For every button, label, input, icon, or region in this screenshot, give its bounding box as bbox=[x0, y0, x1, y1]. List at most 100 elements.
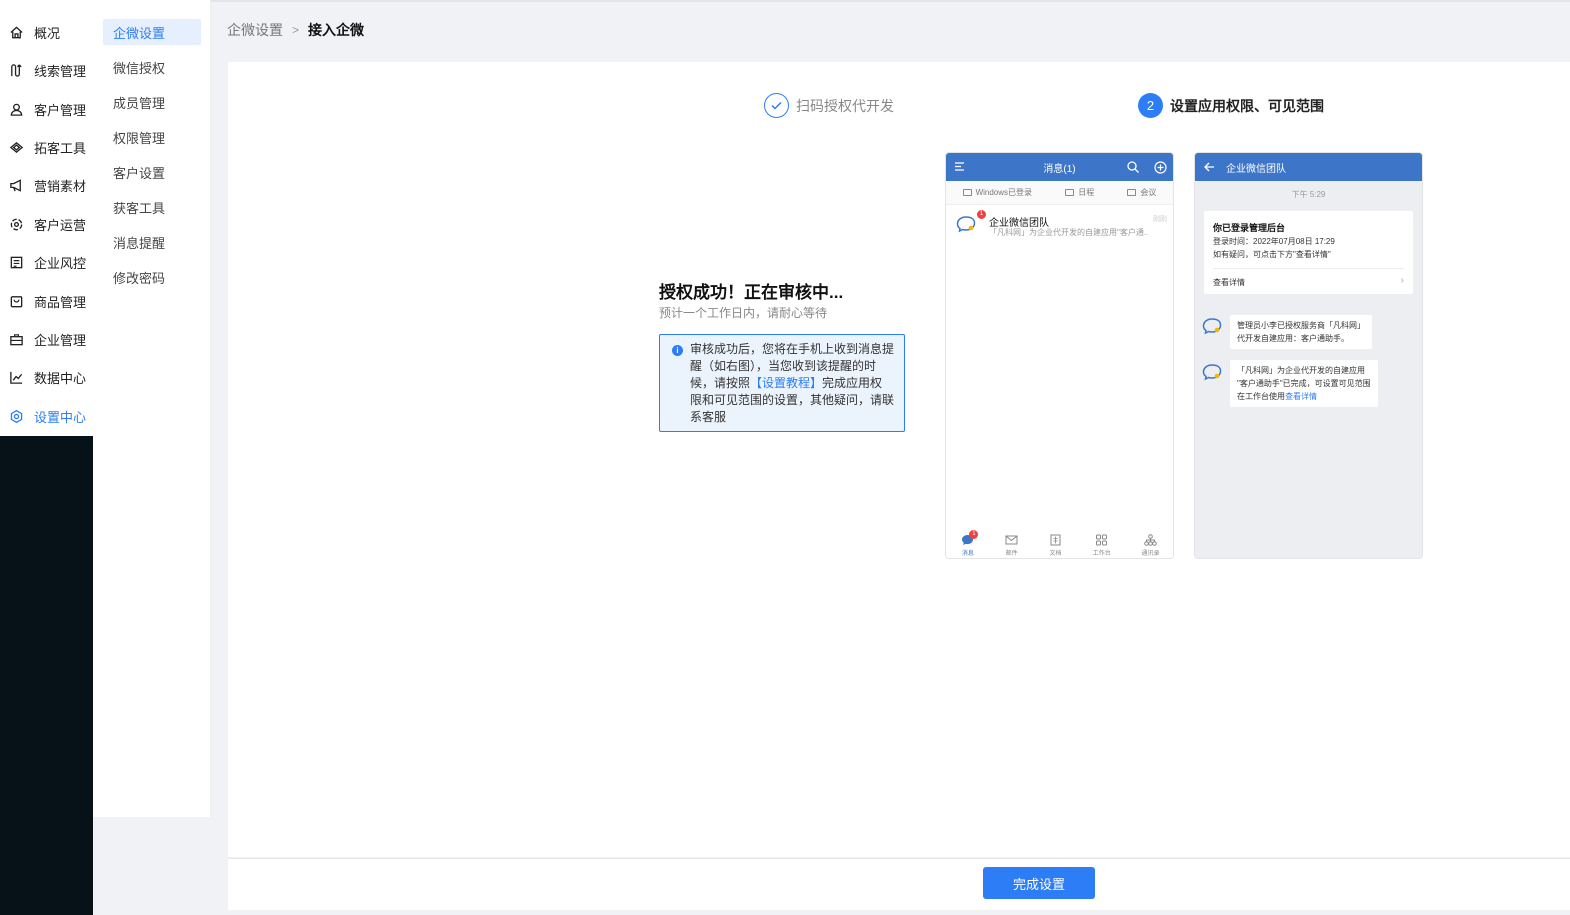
search-icon bbox=[1127, 161, 1139, 173]
step-label: 扫码授权代开发 bbox=[796, 97, 894, 114]
subnav-item-members[interactable]: 成员管理 bbox=[103, 89, 201, 115]
breadcrumb-current: 接入企微 bbox=[308, 22, 365, 38]
nav-item-customers[interactable]: 客户管理 bbox=[0, 91, 93, 127]
chevron-right-icon: › bbox=[1400, 275, 1404, 286]
nav-item-leads[interactable]: 线索管理 bbox=[0, 52, 93, 88]
meeting-icon bbox=[1127, 189, 1137, 196]
calendar-icon bbox=[1065, 189, 1075, 196]
primary-nav-panel: 概况 线索管理 客户管理 拓客工具 营销素材 客户运营 企业风控 商品管理 企业… bbox=[0, 0, 93, 436]
complete-setup-button[interactable]: 完成设置 bbox=[983, 867, 1095, 899]
briefcase-icon bbox=[10, 333, 23, 345]
divider bbox=[1213, 268, 1404, 269]
phone-tabs: Windows已登录 日程 会议 bbox=[946, 181, 1173, 205]
nav-item-label: 商品管理 bbox=[34, 294, 87, 310]
phone-preview-messages: 消息(1) Windows已登录 日程 会议 1 企业微信团队 「凡科网」为企业… bbox=[945, 152, 1174, 559]
breadcrumb: 企微设置 > 接入企微 bbox=[227, 20, 364, 40]
phone-header-title: 企业微信团队 bbox=[1226, 163, 1286, 175]
status-subtitle: 预计一个工作日内，请耐心等待 bbox=[659, 306, 828, 320]
nav-item-label: 企业风控 bbox=[34, 255, 87, 271]
nav-item-data-center[interactable]: 数据中心 bbox=[0, 359, 93, 395]
subnav-item-wecom-settings[interactable]: 企微设置 bbox=[103, 19, 201, 45]
card-hint: 如有疑问，可点击下方"查看详情" bbox=[1213, 250, 1331, 259]
route-icon bbox=[11, 63, 22, 77]
nav-item-operations[interactable]: 客户运营 bbox=[0, 206, 93, 242]
subnav-item-acquisition-tools[interactable]: 获客工具 bbox=[103, 194, 201, 220]
bag-icon bbox=[10, 295, 23, 307]
chart-icon bbox=[10, 371, 23, 384]
status-title: 授权成功！正在审核中... bbox=[659, 283, 844, 302]
monitor-icon bbox=[962, 189, 972, 196]
tool-icon bbox=[9, 141, 24, 153]
breadcrumb-separator: > bbox=[292, 23, 300, 37]
chat-bubble-icon bbox=[956, 216, 976, 233]
footer-bar bbox=[228, 858, 1570, 910]
nav-item-marketing[interactable]: 营销素材 bbox=[0, 167, 93, 203]
nav-item-label: 线索管理 bbox=[34, 63, 87, 79]
subnav-item-customer-settings[interactable]: 客户设置 bbox=[103, 159, 201, 185]
subnav-item-permissions[interactable]: 权限管理 bbox=[103, 124, 201, 150]
document-icon bbox=[1050, 534, 1061, 545]
gear-person-icon bbox=[10, 218, 23, 230]
nav-item-overview[interactable]: 概况 bbox=[0, 14, 93, 50]
card-login-time: 登录时间：2022年07月08日 17:29 bbox=[1213, 237, 1335, 246]
grid-icon bbox=[1096, 534, 1108, 545]
primary-nav: 概况 线索管理 客户管理 拓客工具 营销素材 客户运营 企业风控 商品管理 企业… bbox=[0, 0, 93, 915]
phone-preview-chat: 企业微信团队 下午 5:29 你已登录管理后台 登录时间：2022年07月08日… bbox=[1194, 152, 1423, 559]
phone-header-title: 消息(1) bbox=[1043, 163, 1076, 175]
phone-tab: 会议 bbox=[1127, 187, 1156, 198]
bottom-tab-contacts: 通讯录 bbox=[1142, 533, 1160, 557]
mail-icon bbox=[1005, 535, 1018, 544]
phone-tab: Windows已登录 bbox=[962, 187, 1032, 198]
card-detail-link: 查看详情 bbox=[1213, 278, 1245, 287]
chat-timestamp: 下午 5:29 bbox=[1291, 190, 1326, 199]
nav-item-label: 拓客工具 bbox=[34, 140, 87, 156]
subnav-item-notifications[interactable]: 消息提醒 bbox=[103, 229, 201, 255]
step-set-permissions: 2 设置应用权限、可见范围 bbox=[1138, 93, 1324, 118]
subnav-item-change-password[interactable]: 修改密码 bbox=[103, 264, 201, 290]
plus-circle-icon bbox=[1154, 161, 1167, 174]
bottom-tab-docs: 文档 bbox=[1049, 534, 1062, 557]
nav-item-label: 营销素材 bbox=[34, 178, 87, 194]
nav-item-products[interactable]: 商品管理 bbox=[0, 283, 93, 319]
nav-item-label: 数据中心 bbox=[34, 370, 87, 386]
message-preview: 「凡科网」为企业代开发的自建应用"客户通... bbox=[989, 228, 1149, 237]
settings-icon bbox=[10, 409, 23, 423]
phone-header: 消息(1) bbox=[946, 153, 1173, 181]
message-item: 1 企业微信团队 「凡科网」为企业代开发的自建应用"客户通... 刚刚 bbox=[946, 205, 1173, 239]
home-icon bbox=[10, 25, 23, 38]
back-arrow-icon bbox=[1204, 162, 1214, 172]
nav-item-label: 设置中心 bbox=[34, 409, 87, 425]
step-number: 2 bbox=[1138, 93, 1163, 118]
menu-icon bbox=[955, 162, 964, 171]
org-chart-icon bbox=[1144, 533, 1157, 546]
phone-header: 企业微信团队 bbox=[1195, 153, 1422, 181]
secondary-nav: 企微设置 微信授权 成员管理 权限管理 客户设置 获客工具 消息提醒 修改密码 bbox=[93, 0, 211, 817]
unread-badge: 1 bbox=[969, 529, 979, 539]
nav-item-risk-control[interactable]: 企业风控 bbox=[0, 244, 93, 280]
nav-item-settings[interactable]: 设置中心 bbox=[0, 398, 93, 434]
info-notice: i 审核成功后，您将在手机上收到消息提醒（如右图），当您收到该提醒的时候，请按照… bbox=[659, 334, 905, 432]
breadcrumb-parent[interactable]: 企微设置 bbox=[227, 20, 283, 40]
nav-item-expansion-tools[interactable]: 拓客工具 bbox=[0, 129, 93, 165]
check-icon bbox=[764, 93, 789, 118]
subnav-item-wechat-auth[interactable]: 微信授权 bbox=[103, 54, 201, 80]
nav-item-label: 客户运营 bbox=[34, 217, 87, 233]
card-heading: 你已登录管理后台 bbox=[1213, 223, 1286, 233]
phone-bottom-tabs: 1 消息 邮件 文档 工作台 通讯录 bbox=[946, 529, 1173, 558]
list-icon bbox=[10, 256, 23, 268]
chat-message-completed: 「凡科网」为企业代开发的自建应用 "客户通助手"已完成，可设置可见范围 在工作台… bbox=[1230, 360, 1378, 407]
step-scan-auth: 扫码授权代开发 bbox=[764, 93, 894, 118]
chat-bubble-icon bbox=[1202, 318, 1222, 335]
bottom-tab-mail: 邮件 bbox=[1005, 534, 1018, 557]
top-divider bbox=[211, 0, 1570, 2]
message-time: 刚刚 bbox=[1153, 216, 1167, 223]
nav-item-enterprise[interactable]: 企业管理 bbox=[0, 321, 93, 357]
megaphone-icon bbox=[10, 178, 21, 192]
nav-item-label: 概况 bbox=[34, 25, 61, 41]
setup-tutorial-link[interactable]: 【设置教程】 bbox=[750, 376, 822, 390]
info-icon: i bbox=[672, 345, 683, 356]
user-icon bbox=[10, 103, 23, 116]
step-label: 设置应用权限、可见范围 bbox=[1170, 97, 1324, 114]
nav-item-label: 客户管理 bbox=[34, 102, 87, 118]
login-notice-card: 你已登录管理后台 登录时间：2022年07月08日 17:29 如有疑问，可点击… bbox=[1204, 211, 1413, 294]
